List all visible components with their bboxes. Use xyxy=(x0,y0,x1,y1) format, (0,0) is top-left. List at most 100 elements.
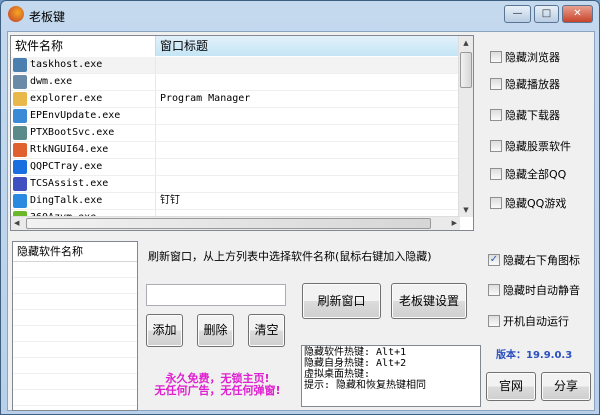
window-title-cell xyxy=(156,176,160,192)
column-header-title[interactable]: 窗口标题 xyxy=(156,36,461,56)
column-header-name[interactable]: 软件名称 xyxy=(11,36,156,56)
window-title-cell xyxy=(156,142,160,158)
clock-icon xyxy=(13,177,27,191)
option-checkbox[interactable]: 隐藏全部QQ xyxy=(490,166,566,182)
checkbox-icon[interactable] xyxy=(490,109,502,121)
checkbox-label: 开机自动运行 xyxy=(503,315,569,328)
checkbox-label: 隐藏时自动静音 xyxy=(503,284,580,297)
instruction-text: 刷新窗口，从上方列表中选择软件名称(鼠标右键加入隐藏) xyxy=(148,250,432,263)
dingtalk-icon xyxy=(13,194,27,208)
checkbox-label: 隐藏全部QQ xyxy=(505,168,567,181)
window-title-cell xyxy=(156,159,160,175)
process-row[interactable]: dwm.exe xyxy=(11,74,461,91)
process-name: EPEnvUpdate.exe xyxy=(30,110,121,121)
window-title-cell: 钉钉 xyxy=(160,195,180,206)
checkbox-label: 隐藏股票软件 xyxy=(505,140,571,153)
delete-button[interactable]: 删除 xyxy=(197,314,234,347)
minimize-button[interactable]: — xyxy=(504,5,531,23)
hidden-list-header: 隐藏软件名称 xyxy=(13,242,137,262)
process-name-cell: taskhost.exe xyxy=(11,57,156,73)
setting-checkbox[interactable]: 开机自动运行 xyxy=(488,313,569,329)
checkbox-icon[interactable] xyxy=(490,51,502,63)
speaker-icon xyxy=(13,143,27,157)
window-title-cell xyxy=(156,108,160,124)
version-label: 版本：19.9.0.3 xyxy=(496,350,573,361)
add-button[interactable]: 添加 xyxy=(146,314,183,347)
window-icon xyxy=(13,126,27,140)
share-button[interactable]: 分享 xyxy=(541,372,591,401)
promo-line: 无任何广告，无任何弹窗! xyxy=(154,384,281,397)
checkbox-icon[interactable] xyxy=(490,168,502,180)
promo-text: 永久免费，无锁主页! 无任何广告，无任何弹窗! xyxy=(140,373,295,397)
process-name-cell: RtkNGUI64.exe xyxy=(11,142,156,158)
list-header: 软件名称 窗口标题 xyxy=(11,36,461,56)
maximize-button[interactable]: □ xyxy=(534,5,559,23)
update-icon xyxy=(13,109,27,123)
process-name-cell: dwm.exe xyxy=(11,74,156,90)
app-window: 老板键 — □ ✕ 软件名称 窗口标题 taskhost.exe dwm.exe e… xyxy=(0,0,600,415)
process-name: DingTalk.exe xyxy=(30,195,103,206)
window-title-cell xyxy=(156,57,160,73)
process-row[interactable]: QQPCTray.exe xyxy=(11,159,461,176)
process-row[interactable]: explorer.exe Program Manager xyxy=(11,91,461,108)
process-name-cell: explorer.exe xyxy=(11,91,156,107)
hidden-software-list[interactable]: 隐藏软件名称 xyxy=(12,241,138,411)
website-button[interactable]: 官网 xyxy=(486,372,536,401)
window-icon xyxy=(13,75,27,89)
horizontal-scrollbar[interactable]: ◀ ▶ xyxy=(11,216,460,230)
hotkey-line: 隐藏自身热键: Alt+2 xyxy=(304,358,407,369)
process-name: explorer.exe xyxy=(30,93,103,104)
checkbox-icon[interactable] xyxy=(490,140,502,152)
window-title-cell xyxy=(156,125,160,141)
checkbox-icon[interactable] xyxy=(488,284,500,296)
option-checkbox[interactable]: 隐藏QQ游戏 xyxy=(490,195,566,211)
hotkey-line: 隐藏软件热键: Alt+1 xyxy=(304,347,407,358)
software-name-input[interactable] xyxy=(146,284,286,306)
option-checkbox[interactable]: 隐藏播放器 xyxy=(490,76,560,92)
process-row[interactable]: RtkNGUI64.exe xyxy=(11,142,461,159)
refresh-window-button[interactable]: 刷新窗口 xyxy=(302,283,381,319)
checkbox-icon[interactable] xyxy=(488,315,500,327)
scroll-thumb[interactable] xyxy=(460,52,472,88)
checkbox-icon[interactable]: ✓ xyxy=(488,254,500,266)
checkbox-label: 隐藏浏览器 xyxy=(505,51,560,64)
hotkey-info-box[interactable]: 隐藏软件热键: Alt+1 隐藏自身热键: Alt+2 虚拟桌面热键: 提示: … xyxy=(301,345,481,407)
window-title: 老板键 xyxy=(29,10,66,24)
window-icon xyxy=(13,58,27,72)
vertical-scrollbar[interactable]: ▲ ▼ xyxy=(458,36,473,217)
client-area: 软件名称 窗口标题 taskhost.exe dwm.exe explorer.ex… xyxy=(7,31,595,411)
hscroll-thumb[interactable] xyxy=(26,218,431,229)
option-checkbox[interactable]: 隐藏下载器 xyxy=(490,107,560,123)
clear-button[interactable]: 清空 xyxy=(248,314,285,347)
checkbox-icon[interactable] xyxy=(490,197,502,209)
checkbox-label: 隐藏QQ游戏 xyxy=(505,197,567,210)
process-name: RtkNGUI64.exe xyxy=(30,144,109,155)
window-title-cell xyxy=(156,74,160,90)
checkbox-label: 隐藏播放器 xyxy=(505,78,560,91)
setting-checkbox[interactable]: ✓ 隐藏右下角图标 xyxy=(488,252,580,268)
process-row[interactable]: taskhost.exe xyxy=(11,57,461,74)
process-name: dwm.exe xyxy=(30,76,73,87)
checkbox-label: 隐藏右下角图标 xyxy=(503,254,580,267)
hotkey-line: 虚拟桌面热键: xyxy=(304,369,371,380)
option-checkbox[interactable]: 隐藏股票软件 xyxy=(490,138,571,154)
checkbox-label: 隐藏下载器 xyxy=(505,109,560,122)
option-checkbox[interactable]: 隐藏浏览器 xyxy=(490,49,560,65)
process-row[interactable]: EPEnvUpdate.exe xyxy=(11,108,461,125)
window-title-cell: Program Manager xyxy=(160,93,251,104)
folder-icon xyxy=(13,92,27,106)
checkbox-icon[interactable] xyxy=(490,78,502,90)
process-row[interactable]: TCSAssist.exe xyxy=(11,176,461,193)
close-button[interactable]: ✕ xyxy=(562,5,593,23)
shield-icon xyxy=(13,160,27,174)
process-row[interactable]: PTXBootSvc.exe xyxy=(11,125,461,142)
setting-checkbox[interactable]: 隐藏时自动静音 xyxy=(488,282,580,298)
process-name: QQPCTray.exe xyxy=(30,161,103,172)
process-name: PTXBootSvc.exe xyxy=(30,127,115,138)
process-row[interactable]: DingTalk.exe 钉钉 xyxy=(11,193,461,210)
process-name: TCSAssist.exe xyxy=(30,178,109,189)
process-name-cell: PTXBootSvc.exe xyxy=(11,125,156,141)
process-name-cell: DingTalk.exe xyxy=(11,193,156,209)
boss-key-settings-button[interactable]: 老板键设置 xyxy=(391,283,467,319)
process-list[interactable]: 软件名称 窗口标题 taskhost.exe dwm.exe explorer.ex… xyxy=(10,35,474,231)
